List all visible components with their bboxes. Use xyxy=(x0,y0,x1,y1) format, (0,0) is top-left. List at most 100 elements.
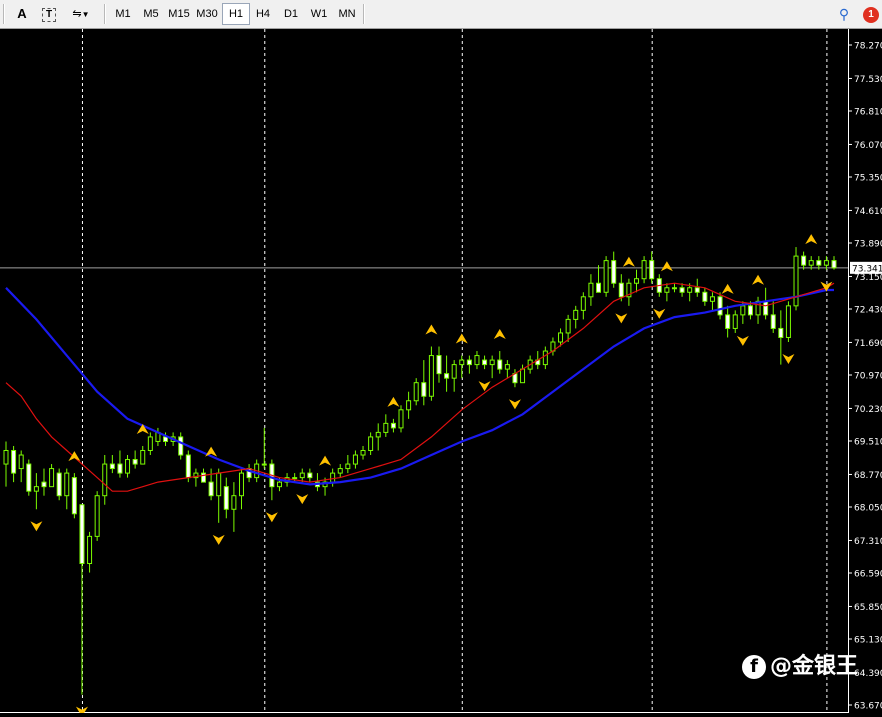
candle-body xyxy=(71,477,77,515)
candle-body xyxy=(360,449,366,456)
timeframe-h4-button[interactable]: H4 xyxy=(249,3,277,25)
candle-body xyxy=(489,359,495,366)
timeframe-d1-button[interactable]: D1 xyxy=(277,3,305,25)
candle-body xyxy=(466,359,472,366)
candle-body xyxy=(352,454,358,465)
candle-body xyxy=(778,327,784,338)
candle-body xyxy=(276,481,282,488)
timeframe-m5-button[interactable]: M5 xyxy=(137,3,165,25)
candle-body xyxy=(375,431,381,438)
candle-body xyxy=(330,472,336,483)
search-button[interactable]: ⚲ xyxy=(834,3,854,25)
candle-body xyxy=(231,495,237,510)
candle-body xyxy=(428,355,434,397)
candle-body xyxy=(307,472,313,479)
candle-body xyxy=(482,359,488,366)
candle-body xyxy=(664,287,670,293)
candle-body xyxy=(398,409,404,429)
candle-body xyxy=(26,463,32,492)
candle-body xyxy=(565,318,571,334)
timeframe-mn-button[interactable]: MN xyxy=(333,3,361,25)
candle-body xyxy=(436,355,442,375)
candle-body xyxy=(87,535,93,565)
candle-body xyxy=(18,454,24,470)
arrows-tool-button[interactable]: ⇋▼ xyxy=(66,3,96,25)
price-chart[interactable]: 78.270 77.530 76.810 76.070 75.350 74.610 73.8… xyxy=(0,29,882,717)
candle-body xyxy=(292,477,298,480)
text-tool-button[interactable]: A xyxy=(12,3,32,25)
watermark-text: @金银王 xyxy=(770,654,859,679)
candle-body xyxy=(201,472,207,483)
current-price-tag: 73.341 xyxy=(850,261,882,274)
current-price-label: 73.341 xyxy=(852,264,882,274)
text-label-tool-button[interactable]: T xyxy=(38,3,60,25)
candle-body xyxy=(368,436,374,451)
price-tick-label: 63.670 xyxy=(854,702,882,712)
candle-body xyxy=(421,382,427,397)
notifications-button[interactable]: 1 xyxy=(860,3,882,25)
candle-body xyxy=(185,454,191,479)
candle-body xyxy=(649,260,655,280)
candle-body xyxy=(132,459,138,465)
toolbar-separator xyxy=(104,4,106,24)
price-tick-label: 68.050 xyxy=(854,504,882,514)
watermark: f @金银王 xyxy=(742,652,858,682)
candle-body xyxy=(520,368,526,384)
notification-badge: 1 xyxy=(863,7,879,23)
candle-body xyxy=(56,472,62,497)
candle-body xyxy=(49,468,55,488)
candle-body xyxy=(823,260,829,266)
price-tick-label: 70.970 xyxy=(854,372,882,382)
candle-body xyxy=(413,382,419,402)
candle-body xyxy=(94,495,100,537)
candle-body xyxy=(497,359,503,370)
price-tick-label: 69.510 xyxy=(854,438,882,448)
price-tick-label: 68.770 xyxy=(854,471,882,481)
timeframe-m30-button[interactable]: M30 xyxy=(193,3,221,25)
candle-body xyxy=(41,481,47,488)
candle-body xyxy=(261,463,267,466)
toolbar: A T ⇋▼ M1 M5 M15 M30 H1 H4 D1 W1 MN ⚲ 1 xyxy=(0,0,882,29)
price-tick-label: 74.610 xyxy=(854,207,882,217)
candle-body xyxy=(709,296,715,302)
chart-area[interactable]: 78.270 77.530 76.810 76.070 75.350 74.610 73.8… xyxy=(0,29,882,717)
price-tick-label: 73.890 xyxy=(854,240,882,250)
candle-body xyxy=(223,486,229,510)
candle-body xyxy=(337,468,343,474)
timeframe-m1-button[interactable]: M1 xyxy=(109,3,137,25)
candle-body xyxy=(504,364,510,370)
candle-body xyxy=(299,472,305,479)
toolbar-separator xyxy=(363,4,365,24)
candle-body xyxy=(679,287,685,293)
price-tick-label: 65.130 xyxy=(854,636,882,646)
candle-body xyxy=(3,449,9,465)
chevron-down-icon: ▼ xyxy=(81,10,90,19)
candle-body xyxy=(406,400,412,411)
timeframe-w1-button[interactable]: W1 xyxy=(305,3,333,25)
candle-body xyxy=(687,287,693,293)
timeframe-m15-button[interactable]: M15 xyxy=(165,3,193,25)
price-tick-label: 66.590 xyxy=(854,570,882,580)
timeframe-h1-button[interactable]: H1 xyxy=(222,3,250,25)
candle-body xyxy=(147,436,153,451)
candle-body xyxy=(390,422,396,429)
candle-body xyxy=(102,463,108,497)
candle-body xyxy=(573,309,579,320)
candle-body xyxy=(831,260,837,269)
candle-body xyxy=(444,373,450,379)
candle-body xyxy=(732,314,738,329)
price-tick-label: 77.530 xyxy=(854,75,882,85)
candle-body xyxy=(785,305,791,338)
candle-body xyxy=(747,305,753,316)
price-tick-label: 75.350 xyxy=(854,174,882,184)
candle-body xyxy=(64,472,70,497)
price-tick-label: 73.150 xyxy=(854,273,882,283)
candle-body xyxy=(740,305,746,316)
candle-body xyxy=(801,255,807,266)
price-tick-label: 65.850 xyxy=(854,603,882,613)
candle-body xyxy=(117,463,123,474)
candle-body xyxy=(808,260,814,266)
candle-body xyxy=(618,282,624,298)
price-tick-label: 72.430 xyxy=(854,306,882,316)
candle-body xyxy=(770,314,776,329)
